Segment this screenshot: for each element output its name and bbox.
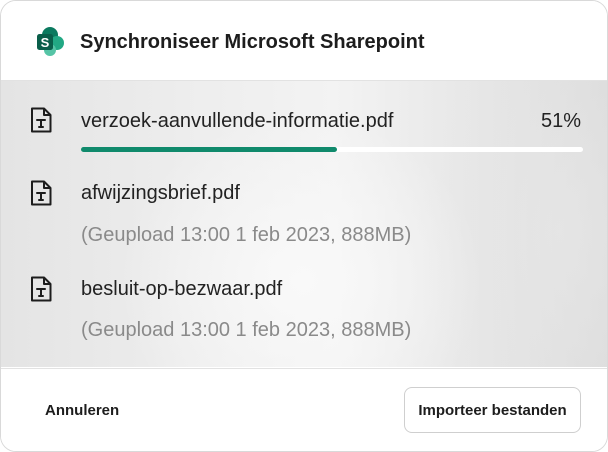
file-name: afwijzingsbrief.pdf — [81, 182, 240, 204]
file-upload-info: (Geupload 13:00 1 feb 2023, 888MB) — [81, 224, 412, 246]
import-files-button[interactable]: Importeer bestanden — [404, 387, 581, 433]
upload-progress-fill — [81, 147, 338, 152]
pdf-file-icon — [29, 179, 53, 207]
pdf-file-icon — [29, 275, 53, 303]
sharepoint-icon: S — [35, 26, 67, 58]
file-name: verzoek-aanvullende-informatie.pdf — [81, 110, 394, 132]
dialog-title: Synchroniseer Microsoft Sharepoint — [80, 31, 425, 53]
file-list: verzoek-aanvullende-informatie.pdf 51% a… — [1, 81, 607, 367]
file-name: besluit-op-bezwaar.pdf — [81, 278, 283, 300]
sync-dialog: S Synchroniseer Microsoft Sharepoint ver… — [0, 0, 608, 452]
dialog-header: S Synchroniseer Microsoft Sharepoint — [1, 1, 607, 81]
upload-progress-bar — [81, 147, 583, 152]
file-upload-info: (Geupload 13:00 1 feb 2023, 888MB) — [81, 319, 412, 341]
upload-percentage: 51% — [540, 110, 581, 132]
cancel-button[interactable]: Annuleren — [31, 389, 133, 433]
svg-text:S: S — [41, 35, 50, 50]
dialog-footer: Annuleren Importeer bestanden — [1, 368, 607, 451]
pdf-file-icon — [29, 106, 53, 134]
